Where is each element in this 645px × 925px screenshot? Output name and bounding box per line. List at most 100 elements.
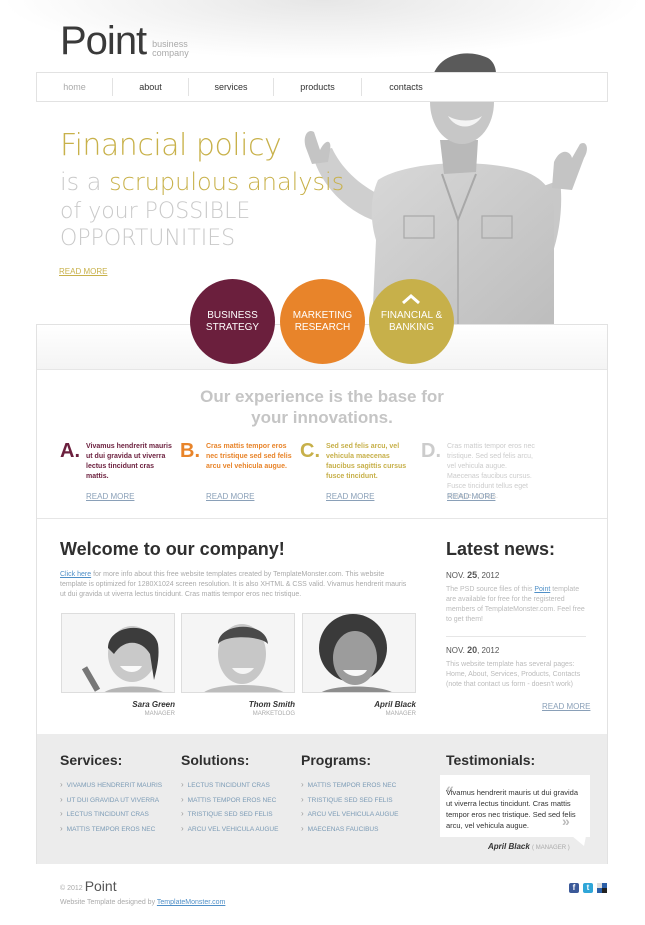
portrait-man-image [182, 614, 294, 692]
list-item[interactable]: ARCU VEL VEHICULA AUGUE [301, 809, 399, 824]
welcome-body: for more info about this free website te… [60, 571, 407, 598]
feature-letter: D. [421, 440, 441, 462]
click-here-link[interactable]: Click here [60, 571, 91, 578]
news-day: 25 [467, 570, 478, 580]
news-year: , 2012 [477, 571, 500, 580]
delicious-squares-icon [597, 883, 607, 893]
news-title: Latest news: [446, 539, 556, 559]
circle-business-strategy[interactable]: BUSINESS STRATEGY [190, 279, 275, 364]
twitter-icon[interactable]: t [583, 883, 593, 893]
solutions-title: Solutions: [181, 752, 250, 768]
person-role: MANAGER [144, 711, 175, 717]
person-photo-april[interactable] [302, 613, 416, 693]
services-title: Services: [60, 752, 123, 768]
news-divider [446, 636, 586, 637]
footer-logo: © 2012 Point [60, 879, 117, 893]
chevron-up-icon [402, 294, 420, 305]
logo-word: Point [60, 19, 147, 63]
feature-letter: C. [300, 440, 320, 462]
welcome-text: Click here for more info about this free… [60, 570, 410, 600]
list-item[interactable]: MATTIS TEMPOR EROS NEC [60, 824, 162, 839]
hero-line-2-accent: scrupulous analysis [109, 168, 345, 196]
list-item[interactable]: LECTUS TINCIDUNT CRAS [60, 809, 162, 824]
list-item[interactable]: LECTUS TINCIDUNT CRAS [181, 780, 278, 795]
news-point-link[interactable]: Point [534, 586, 550, 593]
person-role: MARKETOLOG [252, 711, 295, 717]
site-logo[interactable]: Point business company [60, 19, 189, 63]
list-item[interactable]: MAECENAS FAUCIBUS [301, 824, 398, 839]
list-item[interactable]: MATTIS TEMPOR EROS NEC [301, 780, 398, 795]
delicious-icon[interactable] [597, 883, 607, 893]
hero-line-1: Financial policy [60, 128, 282, 163]
nav-products[interactable]: products [274, 78, 362, 96]
nav-contacts[interactable]: contacts [362, 78, 450, 96]
testimonial-author-role: ( MANAGER ) [532, 845, 570, 851]
footer-logo-word[interactable]: Point [85, 879, 117, 893]
hero-line-4: OPPORTUNITIES [60, 226, 236, 251]
hero-line-2: is a scrupulous analysis [60, 168, 344, 196]
list-item[interactable]: VIVAMUS HENDRERIT MAURIS [60, 780, 162, 795]
circle-financial-banking[interactable]: FINANCIAL & BANKING [369, 279, 454, 364]
news-read-more-link[interactable]: READ MORE [542, 702, 590, 711]
programs-list: MATTIS TEMPOR EROS NEC TRISTIQUE SED SED… [301, 780, 399, 839]
person-name: Thom Smith [248, 700, 295, 709]
testimonials-title: Testimonials: [446, 752, 536, 768]
person-name: April Black [374, 700, 416, 709]
news-text: The PSD source files of this Point templ… [446, 585, 586, 625]
person-photo-sara[interactable] [61, 613, 175, 693]
person-photo-thom[interactable] [181, 613, 295, 693]
testimonial-author-name: April Black [488, 842, 530, 851]
solutions-list: LECTUS TINCIDUNT CRAS MATTIS TEMPOR EROS… [181, 780, 279, 839]
list-item[interactable]: ARCU VEL VEHICULA AUGUE [181, 824, 279, 839]
circle-2-line-1: MARKETING [292, 309, 353, 321]
portrait-woman-curly-image [303, 614, 415, 692]
news-date: NOV. 20, 2012 [446, 645, 499, 655]
section-divider [37, 518, 607, 519]
portrait-woman-image [62, 614, 174, 692]
hero-line-3: of your POSSIBLE [60, 199, 251, 224]
circle-2-line-2: RESEARCH [294, 321, 351, 333]
nav-home[interactable]: home [37, 78, 113, 96]
list-item[interactable]: MATTIS TEMPOR EROS NEC [181, 795, 278, 810]
person-role: MANAGER [385, 711, 416, 717]
testimonial-author: April Black ( MANAGER ) [488, 842, 570, 851]
list-item[interactable]: TRISTIQUE SED SED FELIS [301, 795, 398, 810]
feature-letter: B. [180, 440, 200, 462]
news-text: This website template has several pages:… [446, 661, 581, 688]
nav-about[interactable]: about [113, 78, 189, 96]
news-month: NOV. [446, 646, 465, 655]
circle-3-line-2: BANKING [388, 321, 434, 333]
welcome-title: Welcome to our company! [60, 539, 285, 559]
feature-read-more-link[interactable]: READ MORE [326, 492, 374, 501]
news-date: NOV. 25, 2012 [446, 570, 499, 580]
feature-read-more-link[interactable]: READ MORE [206, 492, 254, 501]
feature-letter: A. [60, 440, 80, 462]
news-year: , 2012 [477, 646, 500, 655]
feature-read-more-link[interactable]: READ MORE [86, 492, 134, 501]
logo-tagline-2: company [152, 48, 189, 58]
news-day: 20 [467, 645, 478, 655]
news-text-pre: The PSD source files of this [446, 586, 535, 593]
footer-credit-text: Website Template designed by [60, 899, 157, 906]
facebook-icon[interactable]: f [569, 883, 579, 893]
footer-year: © 2012 [60, 885, 83, 892]
circle-1-line-1: BUSINESS [207, 309, 258, 321]
templatemonster-link[interactable]: TemplateMonster.com [157, 899, 225, 906]
feature-text: Sed sed felis arcu, vel vehicula maecena… [326, 443, 407, 480]
circle-marketing-research[interactable]: MARKETING RESEARCH [280, 279, 365, 364]
nav-services[interactable]: services [189, 78, 274, 96]
feature-text: Cras mattis tempor eros nec tristique se… [206, 443, 292, 470]
feature-text: Vivamus hendrerit mauris ut dui gravida … [86, 443, 172, 480]
list-item[interactable]: TRISTIQUE SED SED FELIS [181, 809, 278, 824]
footer-credit: Website Template designed by TemplateMon… [60, 899, 225, 906]
services-list: VIVAMUS HENDRERIT MAURIS UT DUI GRAVIDA … [60, 780, 162, 838]
news-month: NOV. [446, 571, 465, 580]
experience-title-2: your innovations. [251, 408, 393, 427]
list-item[interactable]: UT DUI GRAVIDA UT VIVERRA [60, 795, 162, 810]
circle-1-line-2: STRATEGY [205, 321, 260, 333]
speech-tail-icon [572, 836, 586, 846]
hero-read-more-link[interactable]: READ MORE [59, 267, 107, 276]
experience-title-1: Our experience is the base for [200, 387, 444, 406]
feature-read-more-link[interactable]: READ MORE [447, 492, 495, 501]
logo-tagline: business company [152, 40, 189, 58]
